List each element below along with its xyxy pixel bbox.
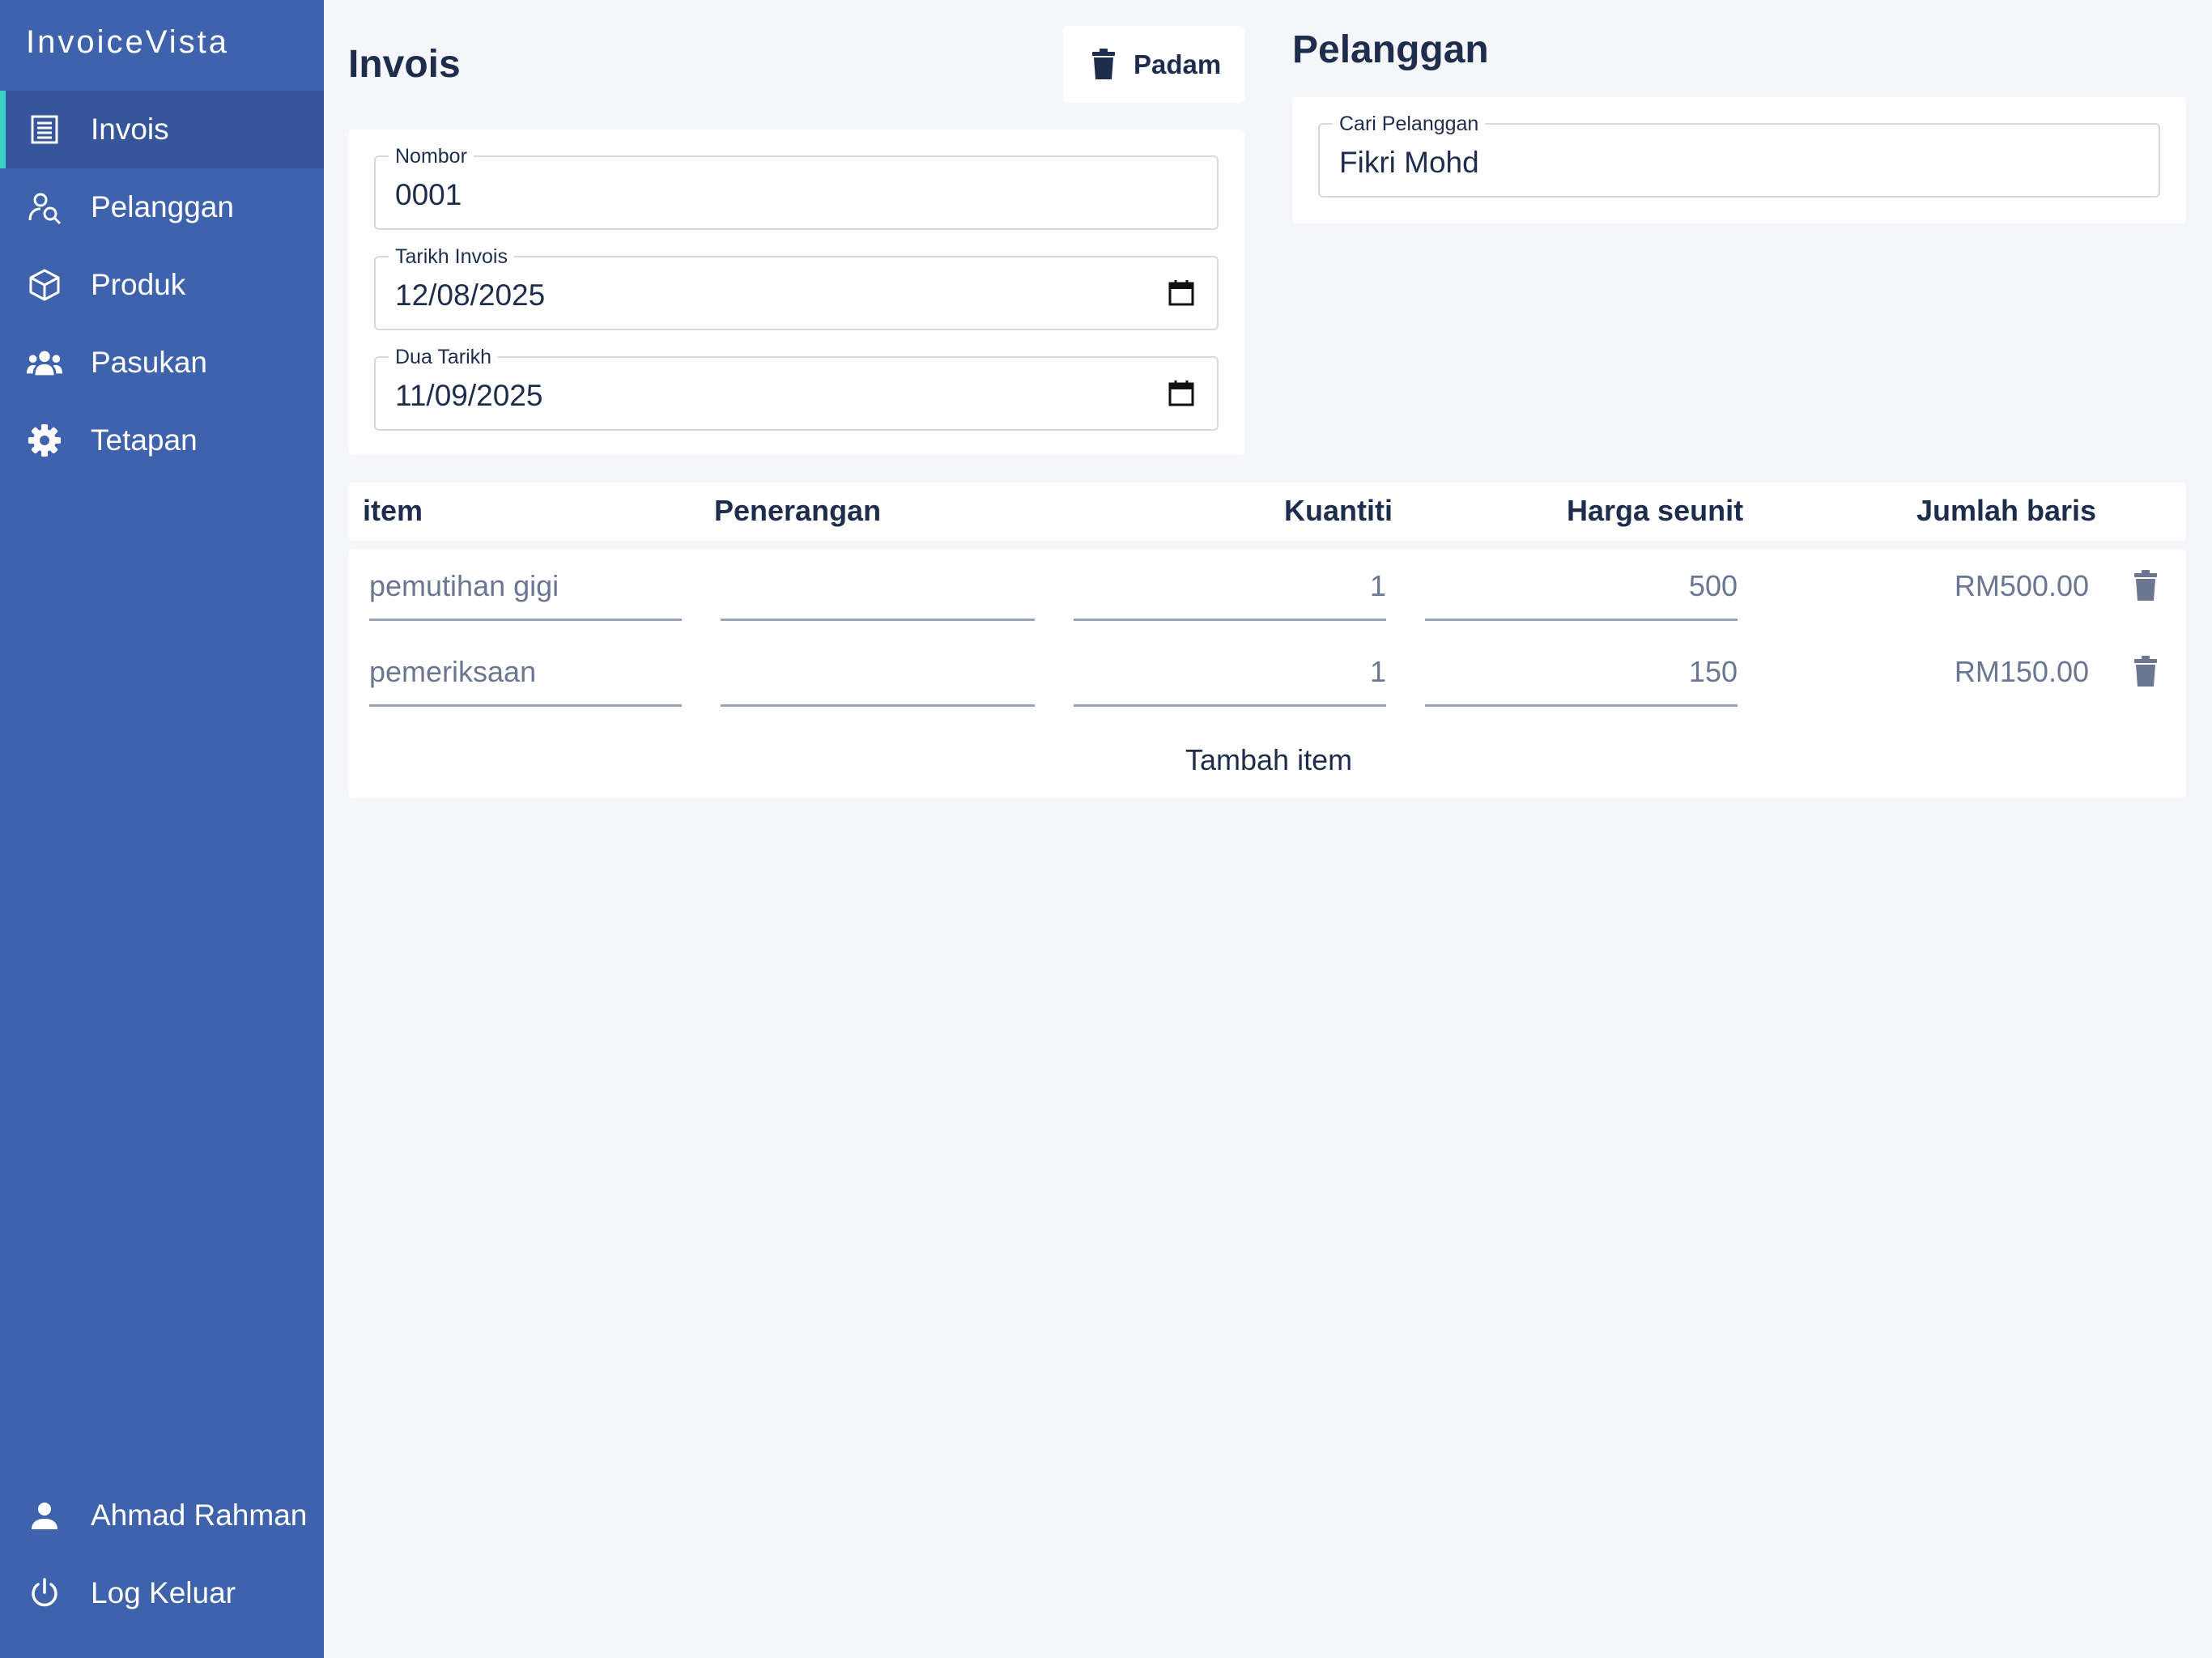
app: InvoiceVista Invois Pelanggan Produk Pas…	[0, 0, 2212, 1658]
delete-label: Padam	[1134, 49, 1222, 79]
field-label: Nombor	[389, 146, 474, 167]
power-icon	[26, 1575, 63, 1612]
unit-price-input-underline	[1425, 704, 1738, 707]
user-name: Ahmad Rahman	[91, 1499, 308, 1532]
column-header-line-total: Jumlah baris	[1916, 494, 2097, 527]
delete-invoice-button[interactable]: Padam	[1063, 26, 1244, 103]
customer-section-title: Pelanggan	[1292, 28, 1489, 71]
logout-label: Log Keluar	[91, 1576, 236, 1609]
calendar-icon[interactable]	[1168, 380, 1194, 410]
quantity-input[interactable]: 1	[1074, 569, 1386, 603]
field-value: 0001	[395, 178, 462, 211]
description-input-underline	[721, 619, 1035, 621]
customer-card: Cari Pelanggan Fikri Mohd	[1292, 97, 2186, 223]
unit-price-input[interactable]: 500	[1425, 569, 1738, 603]
sidebar-item-label: Pelanggan	[91, 190, 234, 223]
user-search-icon	[26, 189, 63, 226]
field-label: Tarikh Invois	[389, 246, 514, 267]
table-header-row	[348, 483, 2186, 541]
invoice-details-card: Nombor 0001 Tarikh Invois 12/08/2025 Dua…	[348, 130, 1244, 455]
sidebar-item-produk[interactable]: Produk	[0, 246, 324, 324]
quantity-input-underline	[1074, 619, 1386, 621]
receipt-icon	[26, 111, 63, 148]
column-header-description: Penerangan	[714, 494, 882, 527]
team-icon	[26, 344, 63, 381]
sidebar-item-invois[interactable]: Invois	[0, 91, 324, 168]
sidebar-item-label: Produk	[91, 268, 186, 301]
field-value: 11/09/2025	[395, 379, 543, 412]
trash-icon	[1092, 49, 1115, 86]
sidebar-item-pelanggan[interactable]: Pelanggan	[0, 168, 324, 246]
item-input[interactable]: pemeriksaan	[369, 655, 536, 689]
due-date-field[interactable]: Dua Tarikh 11/09/2025	[374, 346, 1219, 431]
add-item-button[interactable]: Tambah item	[1185, 743, 1352, 777]
line-total: RM150.00	[1954, 655, 2089, 688]
delete-row-trash-icon[interactable]	[2134, 570, 2157, 605]
gear-icon	[26, 422, 63, 459]
line-total: RM500.00	[1954, 569, 2089, 602]
brand-logo: InvoiceVista	[26, 24, 229, 60]
field-value: 12/08/2025	[395, 278, 546, 312]
item-input-underline	[369, 704, 682, 707]
sidebar-item-pasukan[interactable]: Pasukan	[0, 324, 324, 402]
description-input-underline	[721, 704, 1035, 707]
sidebar: InvoiceVista Invois Pelanggan Produk Pas…	[0, 0, 324, 1658]
unit-price-input[interactable]: 150	[1425, 655, 1738, 689]
sidebar-item-user-profile[interactable]: Ahmad Rahman	[0, 1477, 324, 1554]
unit-price-input-underline	[1425, 619, 1738, 621]
sidebar-item-label: Invois	[91, 113, 169, 146]
column-header-unit-price: Harga seunit	[1567, 494, 1744, 527]
logout-button[interactable]: Log Keluar	[0, 1554, 324, 1632]
sidebar-item-tetapan[interactable]: Tetapan	[0, 402, 324, 479]
quantity-input[interactable]: 1	[1074, 655, 1386, 689]
field-label: Dua Tarikh	[389, 346, 499, 368]
calendar-icon[interactable]	[1168, 280, 1194, 310]
field-value: Fikri Mohd	[1339, 146, 1479, 179]
delete-row-trash-icon[interactable]	[2134, 656, 2157, 691]
customer-search-input[interactable]: Cari Pelanggan Fikri Mohd	[1318, 113, 2160, 198]
field-label: Cari Pelanggan	[1333, 113, 1486, 134]
item-input-underline	[369, 619, 682, 621]
sidebar-item-label: Tetapan	[91, 423, 198, 457]
invoice-date-field[interactable]: Tarikh Invois 12/08/2025	[374, 246, 1219, 330]
item-input[interactable]: pemutihan gigi	[369, 569, 559, 603]
box-icon	[26, 266, 63, 304]
quantity-input-underline	[1074, 704, 1386, 707]
column-header-item: item	[363, 494, 423, 527]
column-header-quantity: Kuantiti	[1284, 494, 1393, 527]
person-icon	[26, 1497, 63, 1534]
invoice-number-field[interactable]: Nombor 0001	[374, 146, 1219, 230]
page-title: Invois	[348, 43, 461, 86]
sidebar-item-label: Pasukan	[91, 346, 207, 379]
